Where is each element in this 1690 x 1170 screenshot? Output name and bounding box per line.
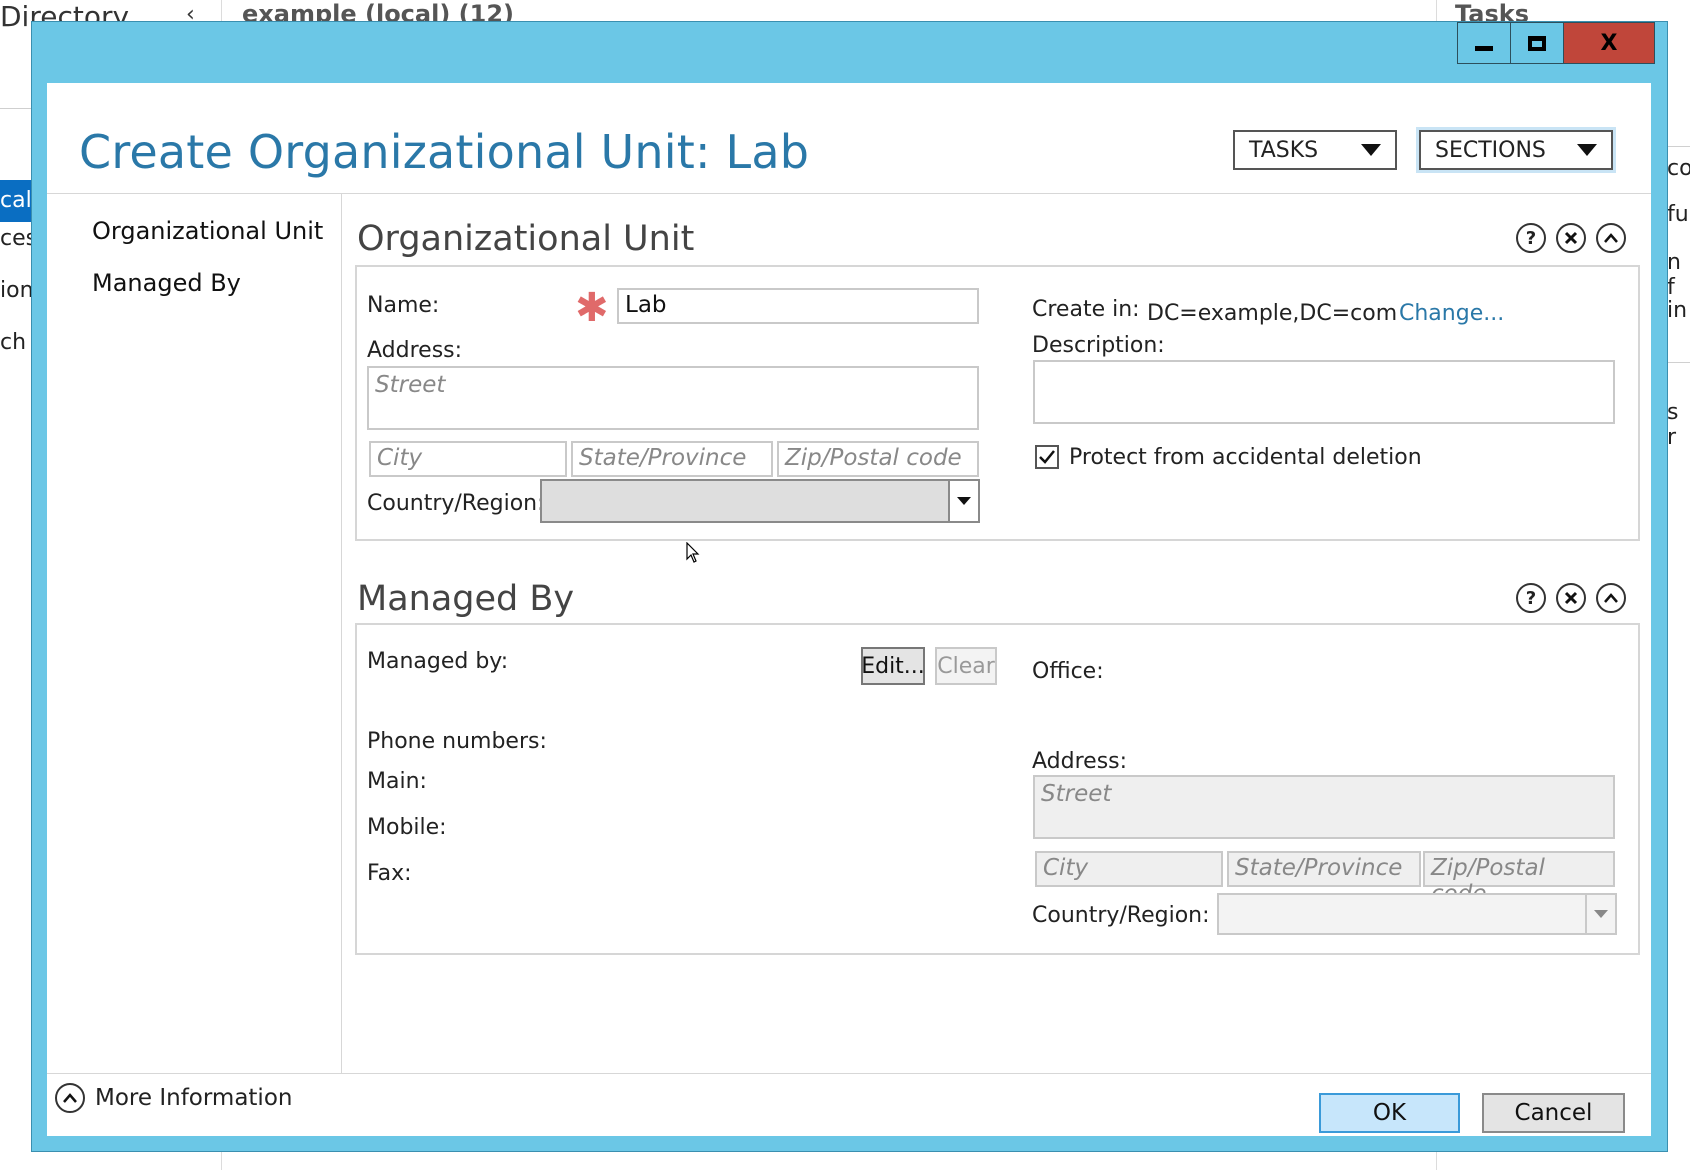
background-task-item[interactable]: in (1667, 298, 1687, 323)
clear-button[interactable]: Clear (935, 647, 997, 685)
section-title-organizational-unit: Organizational Unit (357, 219, 695, 259)
change-link[interactable]: Change... (1399, 301, 1504, 326)
mouse-cursor-icon (686, 542, 700, 563)
footer-divider (47, 1073, 1651, 1074)
window-controls: X (1457, 22, 1655, 66)
sections-label: SECTIONS (1435, 137, 1546, 163)
state-province-input[interactable]: State/Province (571, 441, 773, 477)
checkmark-icon (1039, 450, 1055, 464)
ok-button[interactable]: OK (1319, 1093, 1460, 1133)
background-bottom-edge (222, 1150, 1436, 1170)
street-input[interactable]: Street (367, 366, 979, 430)
dialog-title: Create Organizational Unit: Lab (79, 125, 810, 179)
more-information-toggle[interactable]: More Information (55, 1083, 292, 1113)
create-in-value: DC=example,DC=com (1147, 301, 1398, 326)
chevron-up-icon[interactable] (1596, 223, 1626, 253)
close-section-icon[interactable] (1556, 583, 1586, 613)
create-in-label: Create in: (1032, 297, 1140, 322)
chevron-up-icon (55, 1083, 85, 1113)
managed-state-province-input[interactable]: State/Province (1227, 851, 1421, 887)
more-information-label: More Information (95, 1085, 293, 1111)
minimize-icon (1475, 45, 1493, 51)
nav-divider (341, 193, 342, 1073)
address-label: Address: (367, 338, 463, 363)
zip-postal-code-input[interactable]: Zip/Postal code (777, 441, 979, 477)
protect-label: Protect from accidental deletion (1069, 445, 1422, 470)
maximize-button[interactable] (1510, 22, 1564, 64)
header-divider (47, 193, 1651, 194)
mobile-phone-label: Mobile: (367, 815, 447, 840)
managed-zip-postal-code-input[interactable]: Zip/Postal code (1423, 851, 1615, 907)
required-asterisk-icon: ✱ (575, 285, 609, 331)
background-selected-item[interactable]: cal) (0, 180, 40, 222)
managed-street-input[interactable]: Street (1033, 775, 1615, 839)
managed-country-region-select[interactable] (1217, 893, 1617, 935)
close-section-icon[interactable] (1556, 223, 1586, 253)
background-nav-item[interactable]: ch (0, 330, 26, 355)
background-task-item[interactable]: s r (1667, 400, 1690, 450)
background-task-item[interactable]: n f (1667, 250, 1690, 300)
chevron-up-icon[interactable] (1596, 583, 1626, 613)
section-controls: ? (1516, 223, 1626, 253)
managed-address-label: Address: (1032, 749, 1128, 774)
background-nav-item[interactable]: ion (0, 278, 34, 303)
section-title-managed-by: Managed By (357, 579, 575, 619)
section-controls: ? (1516, 583, 1626, 613)
minimize-button[interactable] (1457, 22, 1511, 64)
dropdown-arrow-icon[interactable] (1585, 895, 1615, 933)
fax-label: Fax: (367, 861, 412, 886)
nav-item-managed-by[interactable]: Managed By (92, 269, 241, 297)
dropdown-arrow-icon[interactable] (948, 481, 978, 521)
tasks-dropdown[interactable]: TASKS (1233, 130, 1397, 170)
help-icon[interactable]: ? (1516, 223, 1546, 253)
cancel-button[interactable]: Cancel (1482, 1093, 1625, 1133)
edit-button[interactable]: Edit... (861, 647, 925, 685)
maximize-icon (1528, 35, 1546, 51)
nav-item-organizational-unit[interactable]: Organizational Unit (92, 217, 323, 245)
name-input[interactable]: Lab (617, 288, 979, 324)
background-task-item[interactable]: co (1667, 156, 1690, 181)
main-phone-label: Main: (367, 769, 427, 794)
tasks-label: TASKS (1249, 137, 1319, 163)
managed-country-region-label: Country/Region: (1032, 903, 1210, 928)
background-task-item[interactable]: fur (1667, 202, 1690, 227)
office-label: Office: (1032, 659, 1104, 684)
protect-checkbox[interactable] (1035, 445, 1059, 469)
managed-by-label: Managed by: (367, 649, 509, 674)
sections-dropdown[interactable]: SECTIONS (1416, 127, 1616, 173)
phone-numbers-label: Phone numbers: (367, 729, 547, 754)
description-input[interactable] (1033, 360, 1615, 424)
create-ou-dialog: X Create Organizational Unit: Lab TASKS … (31, 21, 1668, 1152)
caret-down-icon (1577, 144, 1597, 156)
name-label: Name: (367, 293, 440, 318)
country-region-select[interactable] (540, 479, 980, 523)
dialog-content: Create Organizational Unit: Lab TASKS SE… (47, 83, 1651, 1136)
city-input[interactable]: City (369, 441, 567, 477)
managed-city-input[interactable]: City (1035, 851, 1223, 887)
country-region-label: Country/Region: (367, 491, 545, 516)
close-window-button[interactable]: X (1563, 22, 1655, 64)
divider (1667, 146, 1690, 147)
help-icon[interactable]: ? (1516, 583, 1546, 613)
divider (1667, 362, 1690, 363)
divider (0, 108, 32, 109)
description-label: Description: (1032, 333, 1165, 358)
caret-down-icon (1361, 144, 1381, 156)
